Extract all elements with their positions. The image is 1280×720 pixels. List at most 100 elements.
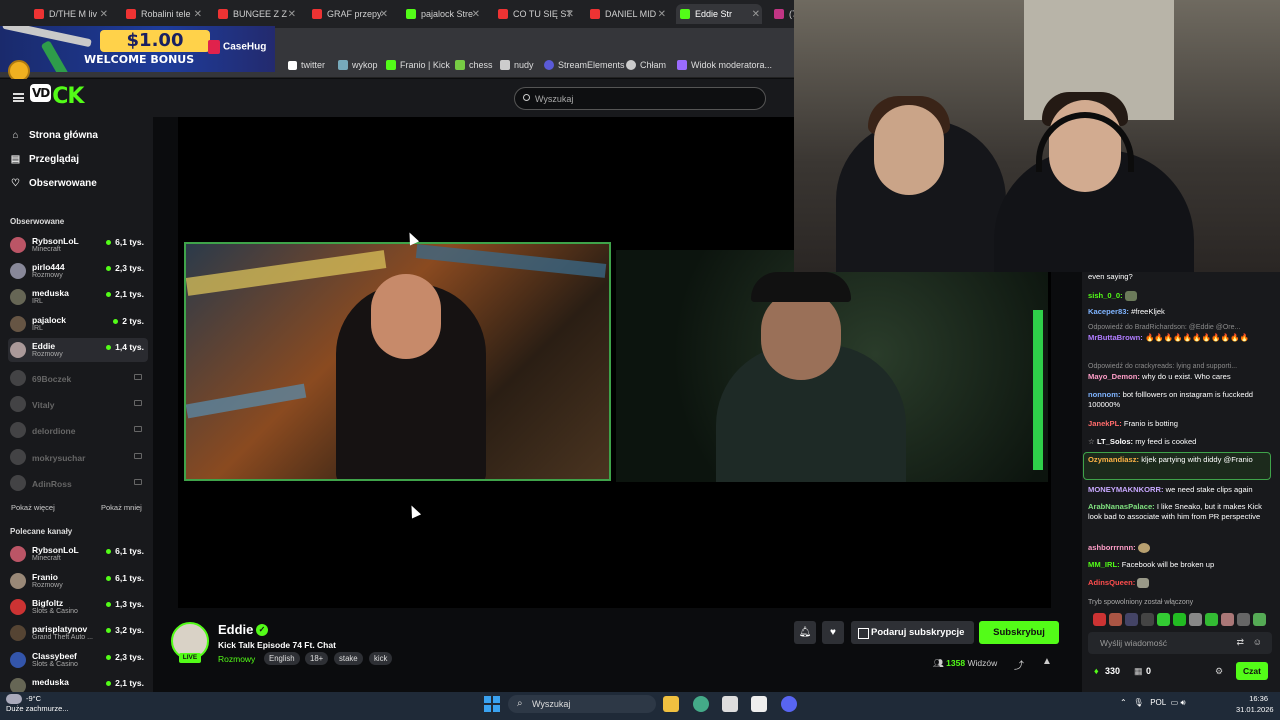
report-icon[interactable]: ▲ — [1042, 656, 1052, 667]
gift-subscription-button[interactable]: Podaruj subskrypcje — [851, 621, 974, 644]
bookmark[interactable]: Franio | Kick — [386, 60, 450, 70]
chat-username[interactable]: ashborrrnnn: — [1088, 543, 1136, 552]
followed-channel-offline[interactable]: Vitaly — [8, 392, 148, 416]
windows-start-icon[interactable] — [484, 696, 500, 712]
bookmark[interactable]: chess — [455, 60, 493, 70]
stream-tag[interactable]: stake — [334, 652, 363, 665]
file-explorer-icon[interactable] — [663, 696, 679, 712]
recommended-channel[interactable]: meduska 2,1 tys. — [8, 674, 148, 692]
followed-channel-offline[interactable]: AdinRoss — [8, 471, 148, 495]
taskbar-search[interactable]: ⌕ Wyszukaj — [508, 695, 656, 713]
emote-icon[interactable] — [1157, 613, 1170, 626]
stream-tag[interactable]: kick — [369, 652, 393, 665]
browser-tab[interactable]: GRAF przepy ✕ — [308, 4, 390, 24]
chat-username[interactable]: sish_0_0: — [1088, 291, 1123, 300]
nav-browse[interactable]: ▤ Przeglądaj — [10, 154, 79, 165]
gift-icon[interactable]: ▦ — [1134, 666, 1143, 677]
bookmark[interactable]: StreamElements — [544, 60, 625, 70]
close-icon[interactable]: ✕ — [288, 9, 296, 20]
followed-channel[interactable]: meduska IRL 2,1 tys. — [8, 285, 148, 309]
chat-username[interactable]: ArabNanasPalace: — [1088, 502, 1155, 511]
discord-icon[interactable] — [781, 696, 797, 712]
close-icon[interactable]: ✕ — [100, 9, 108, 20]
recommended-channel[interactable]: Franio Rozmowy 6,1 tys. — [8, 569, 148, 593]
close-icon[interactable]: ✕ — [472, 9, 480, 20]
followed-channel-offline[interactable]: mokrysuchar — [8, 445, 148, 469]
followed-channel-offline[interactable]: 69Boczek — [8, 366, 148, 390]
app-icon[interactable] — [722, 696, 738, 712]
chat-username[interactable]: MONEYMAKNKORR: — [1088, 485, 1164, 494]
browser-tab-active[interactable]: Eddie Str ✕ — [676, 4, 762, 24]
close-icon[interactable]: ✕ — [752, 9, 760, 20]
browser-tab[interactable]: Robalini tele ✕ — [122, 4, 204, 24]
emote-icon[interactable] — [1093, 613, 1106, 626]
chrome-icon[interactable] — [693, 696, 709, 712]
chat-input[interactable]: Wyślij wiadomość ⇄ ☺ — [1088, 632, 1272, 654]
weather-widget[interactable]: -9°C Duże zachmurze... — [6, 694, 69, 714]
close-icon[interactable]: ✕ — [380, 9, 388, 20]
emote-icon[interactable] — [1173, 613, 1186, 626]
emote-icon[interactable] — [1109, 613, 1122, 626]
emote-icon[interactable] — [1237, 613, 1250, 626]
points-icon[interactable]: ♦ — [1094, 666, 1099, 676]
search-input[interactable]: Wyszukaj — [514, 87, 766, 110]
recommended-channel[interactable]: Bigfoltz Slots & Casino 1,3 tys. — [8, 595, 148, 619]
followed-channel[interactable]: RybsonLoL Minecraft 6,1 tys. — [8, 233, 148, 257]
show-more-link[interactable]: Pokaż więcej — [11, 503, 55, 512]
emote-icon[interactable] — [1253, 613, 1266, 626]
close-icon[interactable]: ✕ — [194, 9, 202, 20]
clock[interactable]: 16:36 31.01.2026 — [1236, 693, 1274, 715]
casehug-ad-banner[interactable]: $1.00 WELCOME BONUS CaseHug — [0, 26, 275, 72]
settings-gear-icon[interactable]: ⚙ — [1215, 666, 1223, 677]
follow-heart-button[interactable]: ♥ — [822, 621, 844, 644]
show-less-link[interactable]: Pokaż mniej — [101, 503, 142, 512]
stream-category[interactable]: Rozmowy — [218, 654, 255, 664]
chat-username[interactable]: Mayo_Demon: — [1088, 372, 1140, 381]
chat-username[interactable]: Ozymandiasz: — [1088, 455, 1139, 464]
close-icon[interactable]: ✕ — [658, 9, 666, 20]
chat-send-button[interactable]: Czat — [1236, 662, 1268, 680]
recommended-channel[interactable]: RybsonLoL Minecraft 6,1 tys. — [8, 542, 148, 566]
emote-icon[interactable] — [1125, 613, 1138, 626]
streamer-name[interactable]: Eddie — [218, 622, 253, 637]
browser-tab[interactable]: D/THE M liv ✕ — [30, 4, 110, 24]
translate-icon[interactable]: ⇄ — [1236, 637, 1244, 648]
browser-tab[interactable]: BUNGEE Z Z ✕ — [214, 4, 298, 24]
subscribe-button[interactable]: Subskrybuj — [979, 621, 1059, 644]
chat-username[interactable]: JanekPL: — [1088, 419, 1122, 428]
bookmark[interactable]: Widok moderatora... — [677, 60, 772, 70]
browser-tab[interactable]: pajalock Stre ✕ — [402, 4, 482, 24]
bookmark[interactable]: Chłam — [626, 60, 666, 70]
stream-tag[interactable]: English — [264, 652, 300, 665]
chat-username[interactable]: MrButtaBrown: — [1088, 333, 1143, 342]
close-icon[interactable]: ✕ — [566, 9, 574, 20]
reply-context[interactable]: Odpowiedź do crackyreads: lying and supp… — [1088, 362, 1273, 372]
followed-channel-selected[interactable]: Eddie Rozmowy 1,4 tys. — [8, 338, 148, 362]
followed-channel[interactable]: pajalock IRL 2 tys. — [8, 312, 148, 336]
bookmark[interactable]: nudy — [500, 60, 534, 70]
bookmark[interactable]: twitter — [288, 60, 325, 70]
recommended-channel[interactable]: parisplatynov Grand Theft Auto ... 3,2 tys… — [8, 621, 148, 645]
chat-username[interactable]: nonnom: — [1088, 390, 1120, 399]
chat-username[interactable]: AdinsQueen: — [1088, 578, 1135, 587]
nav-following[interactable]: ♡ Obserwowane — [10, 178, 97, 189]
emoji-icon[interactable]: ☺ — [1253, 637, 1262, 647]
followed-channel-offline[interactable]: delordione — [8, 418, 148, 442]
bookmark[interactable]: wykop — [338, 60, 378, 70]
system-tray[interactable]: ⌃ 🎙︎ POL ▭ 🔊︎ — [1120, 698, 1186, 708]
browser-tab[interactable]: DANIEL MID ✕ — [586, 4, 668, 24]
reply-context[interactable]: Odpowiedź do BradRichardson: @Eddie @Ore… — [1088, 323, 1273, 333]
chat-username[interactable]: MM_IRL: — [1088, 560, 1120, 569]
emote-icon[interactable] — [1221, 613, 1234, 626]
emote-icon[interactable] — [1141, 613, 1154, 626]
emote-icon[interactable] — [1189, 613, 1202, 626]
notification-bell-button[interactable]: 🔔︎ — [794, 621, 816, 644]
recommended-channel[interactable]: Classybeef Slots & Casino 2,3 tys. — [8, 648, 148, 672]
hamburger-menu-icon[interactable] — [13, 93, 24, 102]
nav-home[interactable]: ⌂ Strona główna — [10, 130, 97, 141]
chat-username[interactable]: Kaceper83: — [1088, 307, 1129, 316]
browser-tab[interactable]: CO TU SIĘ ST ✕ — [494, 4, 576, 24]
followed-channel[interactable]: pirlo444 Rozmowy 2,3 tys. — [8, 259, 148, 283]
share-icon[interactable]: ⤴ — [1014, 657, 1024, 672]
app-icon[interactable] — [751, 696, 767, 712]
